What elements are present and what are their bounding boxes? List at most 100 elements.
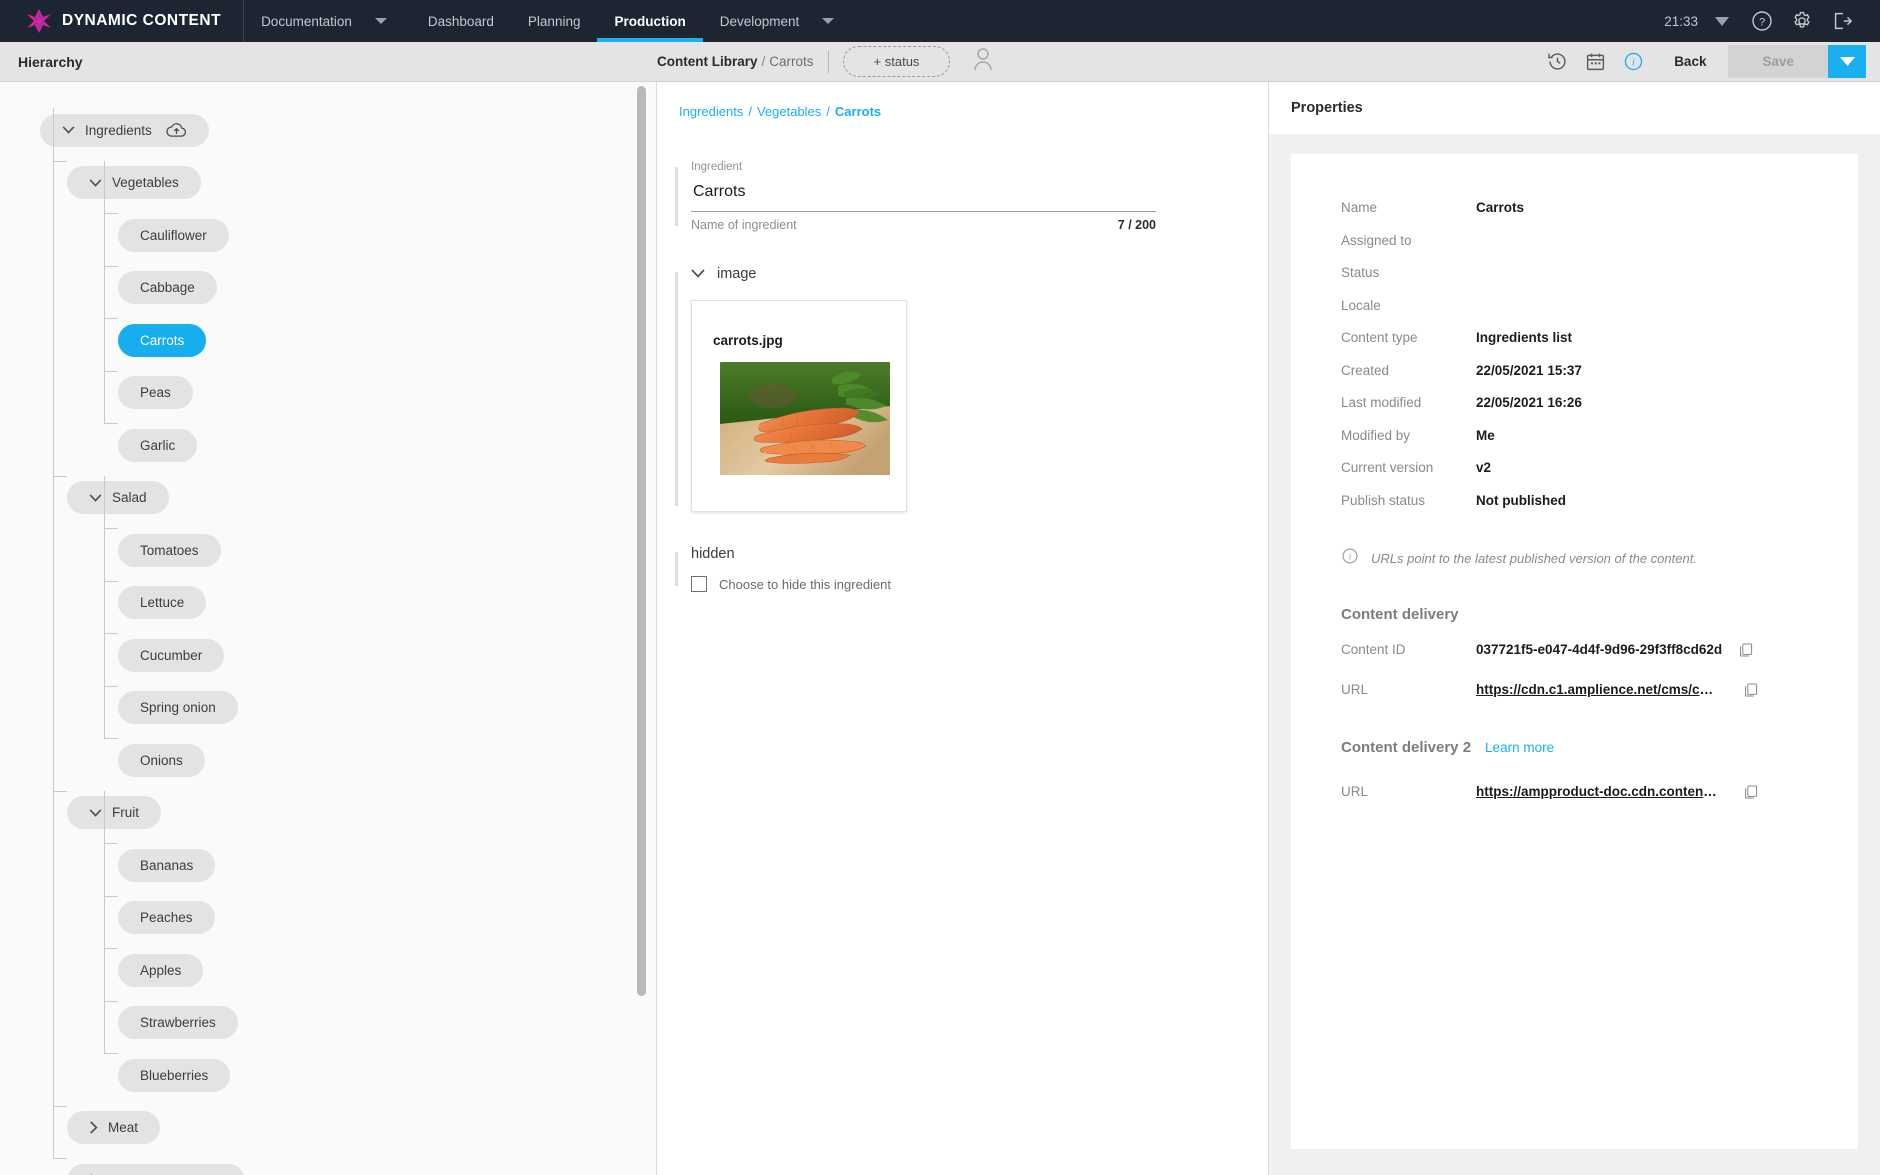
nav-item-documentation[interactable]: Documentation xyxy=(244,0,369,42)
info-icon[interactable]: i xyxy=(1614,43,1652,81)
calendar-icon[interactable] xyxy=(1576,43,1614,81)
clock-label: 21:33 xyxy=(1664,14,1702,29)
property-value: Me xyxy=(1476,428,1495,443)
chevron-down-icon[interactable] xyxy=(89,179,102,187)
tree-node-blueberries[interactable]: Blueberries xyxy=(118,1059,230,1092)
image-section-header[interactable]: image xyxy=(691,266,1268,282)
image-section-chevron-down-icon[interactable] xyxy=(691,266,705,282)
chevron-down-icon[interactable] xyxy=(89,494,102,502)
editor-breadcrumb-vegetables[interactable]: Vegetables xyxy=(757,104,821,119)
tree-node-label: Lettuce xyxy=(140,595,184,610)
chevron-down-icon[interactable] xyxy=(62,126,75,134)
property-value: 22/05/2021 15:37 xyxy=(1476,363,1582,378)
property-key: Publish status xyxy=(1341,493,1476,508)
delivery2-url-value[interactable]: https://ampproduct-doc.cdn.content.ampli… xyxy=(1476,784,1719,799)
hierarchy-sidebar: Ingredients Vegetables Cauliflower Cabbage C… xyxy=(0,82,657,1175)
breadcrumb-content-library[interactable]: Content Library xyxy=(657,54,758,69)
editor-breadcrumb-sep-2: / xyxy=(826,104,830,119)
image-asset-card[interactable]: carrots.jpg xyxy=(691,300,907,512)
properties-rows: NameCarrotsAssigned toStatusLocaleConten… xyxy=(1341,200,1858,525)
sidebar-scrollbar-thumb[interactable] xyxy=(637,86,646,996)
gear-icon[interactable] xyxy=(1782,0,1822,42)
tree-node-apples[interactable]: Apples xyxy=(118,954,203,987)
tree-node-spring-onion[interactable]: Spring onion xyxy=(118,691,238,724)
chevron-right-icon[interactable] xyxy=(89,1121,98,1134)
nav-development-chevron-down-icon[interactable] xyxy=(822,18,834,24)
tree-node-bananas[interactable]: Bananas xyxy=(118,849,215,882)
tree-branch-line xyxy=(53,476,67,477)
brand[interactable]: DYNAMIC CONTENT xyxy=(0,0,244,42)
hidden-checkbox-row[interactable]: Choose to hide this ingredient xyxy=(691,562,1268,592)
tree-node-row: Salad xyxy=(0,472,656,525)
tree-node-peas[interactable]: Peas xyxy=(118,376,193,409)
nav-item-development[interactable]: Development xyxy=(703,0,817,42)
ingredient-help-row: Name of ingredient 7 / 200 xyxy=(691,212,1156,232)
tree-node-meat[interactable]: Meat xyxy=(67,1111,160,1144)
editor-breadcrumb-sep-1: / xyxy=(748,104,752,119)
content-id-label: Content ID xyxy=(1341,642,1476,657)
tree-leaf-line xyxy=(104,1053,118,1054)
property-row: Status xyxy=(1341,265,1858,298)
history-icon[interactable] xyxy=(1538,43,1576,81)
tree-branch-line xyxy=(53,791,67,792)
copy-content-id-icon[interactable] xyxy=(1738,642,1754,658)
tree-node-row: Lettuce xyxy=(0,577,656,630)
save-dropdown-chevron-down-icon[interactable] xyxy=(1828,45,1866,78)
property-row: NameCarrots xyxy=(1341,200,1858,233)
hidden-checkbox[interactable] xyxy=(691,576,707,592)
save-button[interactable]: Save xyxy=(1728,45,1828,78)
property-value: Ingredients list xyxy=(1476,330,1572,345)
nav-documentation-chevron-down-icon[interactable] xyxy=(375,18,387,24)
tree-leaf-line xyxy=(104,213,118,214)
copy-delivery2-url-icon[interactable] xyxy=(1743,784,1759,800)
tree-node-carrots[interactable]: Carrots xyxy=(118,324,206,357)
property-key: Created xyxy=(1341,363,1476,378)
tree-node-cucumber[interactable]: Cucumber xyxy=(118,639,224,672)
tree-node-label: Strawberries xyxy=(140,1015,216,1030)
tree-node-strawberries[interactable]: Strawberries xyxy=(118,1006,238,1039)
tree-node-onions[interactable]: Onions xyxy=(118,744,205,777)
tree-node-lettuce[interactable]: Lettuce xyxy=(118,586,206,619)
note-info-icon: i xyxy=(1341,547,1359,570)
delivery-url-value[interactable]: https://cdn.c1.amplience.net/cms/content… xyxy=(1476,682,1719,697)
tree-node-fruit[interactable]: Fruit xyxy=(67,796,161,829)
tree-node-label: Garlic xyxy=(140,438,175,453)
tree-node-tomatoes[interactable]: Tomatoes xyxy=(118,534,221,567)
tree-node-salad[interactable]: Salad xyxy=(67,481,169,514)
nav-item-planning[interactable]: Planning xyxy=(511,0,598,42)
tree-node-row: Bananas xyxy=(0,839,656,892)
help-icon[interactable]: ? xyxy=(1742,0,1782,42)
tree-node-row: Peas xyxy=(0,367,656,420)
tree-leaf-line xyxy=(104,266,118,267)
tree-node-garlic[interactable]: Garlic xyxy=(118,429,197,462)
tree-node-clipped[interactable] xyxy=(67,1164,245,1175)
tree-node-label: Ingredients xyxy=(85,123,152,138)
chevron-down-icon[interactable] xyxy=(89,809,102,817)
property-value: 22/05/2021 16:26 xyxy=(1476,395,1582,410)
tree-node-cauliflower[interactable]: Cauliflower xyxy=(118,219,229,252)
image-asset-filename: carrots.jpg xyxy=(708,317,890,348)
tree-node-ingredients[interactable]: Ingredients xyxy=(40,114,209,147)
amplience-logo-icon xyxy=(26,8,52,34)
avatar-icon[interactable] xyxy=(972,47,994,76)
content-editor-panel: Ingredients/Vegetables/Carrots Ingredien… xyxy=(657,82,1269,1175)
editor-breadcrumb-ingredients[interactable]: Ingredients xyxy=(679,104,743,119)
tree-node-cabbage[interactable]: Cabbage xyxy=(118,271,217,304)
copy-delivery-url-icon[interactable] xyxy=(1743,682,1759,698)
back-button[interactable]: Back xyxy=(1652,54,1728,69)
ingredient-input[interactable]: Carrots xyxy=(691,173,1268,211)
cloud-upload-icon[interactable] xyxy=(166,122,187,138)
nav-item-dashboard[interactable]: Dashboard xyxy=(411,0,511,42)
add-status-button[interactable]: + status xyxy=(843,46,951,77)
tree-node-peaches[interactable]: Peaches xyxy=(118,901,215,934)
nav-item-production[interactable]: Production xyxy=(597,0,702,42)
tree-node-vegetables[interactable]: Vegetables xyxy=(67,166,201,199)
property-key: Status xyxy=(1341,265,1476,280)
svg-text:?: ? xyxy=(1759,17,1765,29)
tree-node-label: Vegetables xyxy=(112,175,179,190)
property-row: Publish statusNot published xyxy=(1341,493,1858,526)
timezone-chevron-down-icon[interactable] xyxy=(1702,0,1742,42)
svg-text:i: i xyxy=(1632,57,1635,68)
logout-icon[interactable] xyxy=(1822,0,1862,42)
learn-more-link[interactable]: Learn more xyxy=(1485,740,1554,755)
